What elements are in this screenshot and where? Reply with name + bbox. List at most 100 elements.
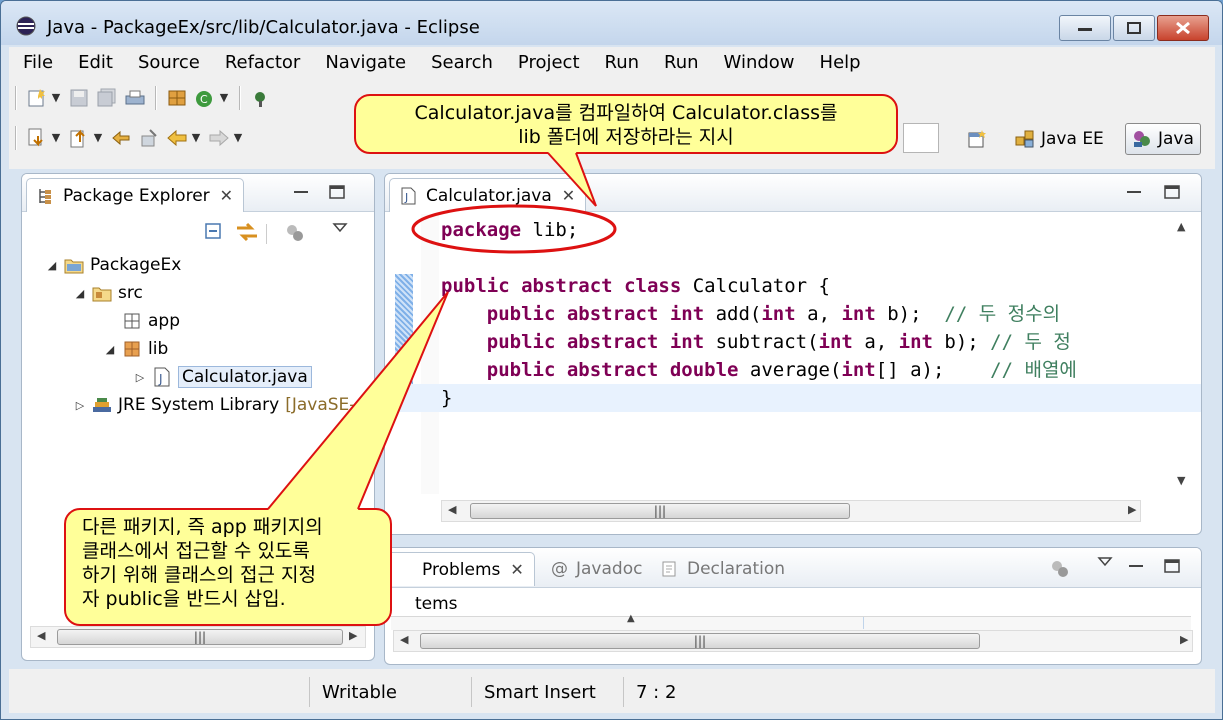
package-explorer-icon xyxy=(39,188,51,204)
tree-item-src[interactable]: ◢ src xyxy=(72,280,143,306)
code-comment: // 배열에 xyxy=(990,359,1077,381)
view-menu-icon[interactable] xyxy=(332,220,348,236)
tab-problems[interactable]: Problems ✕ xyxy=(385,552,535,586)
expanded-arrow-icon[interactable]: ◢ xyxy=(44,259,60,272)
scroll-right-icon[interactable]: ▶ xyxy=(349,629,357,642)
menu-search[interactable]: Search xyxy=(417,52,504,73)
print-icon[interactable] xyxy=(124,88,146,108)
title-bar[interactable]: Java - PackageEx/src/lib/Calculator.java… xyxy=(1,1,1222,45)
problems-table-header[interactable]: ▲ xyxy=(391,613,1191,630)
collapsed-arrow-icon[interactable]: ▷ xyxy=(132,371,148,384)
new-class-dropdown-icon[interactable]: ▼ xyxy=(219,88,229,108)
quick-access-input[interactable] xyxy=(903,123,939,153)
new-wizard-icon[interactable] xyxy=(26,88,48,108)
new-class-icon[interactable]: C xyxy=(194,88,216,108)
editor-vscrollbar[interactable]: ▲ ▼ xyxy=(1175,218,1193,494)
scroll-right-icon[interactable]: ▶ xyxy=(1128,503,1136,516)
menu-run-2[interactable]: Run xyxy=(650,52,710,73)
tree-item-project[interactable]: ◢ PackageEx xyxy=(44,252,182,278)
minimize-button[interactable] xyxy=(1059,15,1111,41)
code-comment: // 두 정 xyxy=(990,331,1071,353)
expanded-arrow-icon[interactable]: ◢ xyxy=(72,287,88,300)
tree-item-app[interactable]: app xyxy=(102,308,180,334)
perspective-java[interactable]: Java xyxy=(1125,123,1201,155)
save-all-icon[interactable] xyxy=(96,88,118,108)
menu-project[interactable]: Project xyxy=(504,52,591,73)
save-icon[interactable] xyxy=(68,88,90,108)
back-icon[interactable] xyxy=(166,128,188,148)
close-tab-icon[interactable]: ✕ xyxy=(220,186,233,205)
menu-refactor[interactable]: Refactor xyxy=(211,52,312,73)
project-folder-icon xyxy=(64,259,84,274)
next-annotation-icon[interactable] xyxy=(26,128,48,148)
expanded-arrow-icon[interactable]: ◢ xyxy=(102,343,118,356)
focus-on-working-set-icon[interactable] xyxy=(1049,558,1073,580)
menu-edit[interactable]: Edit xyxy=(64,52,124,73)
minimize-view-icon[interactable] xyxy=(290,182,312,202)
status-insert-mode: Smart Insert xyxy=(471,677,623,707)
collapsed-arrow-icon[interactable]: ▷ xyxy=(72,399,88,412)
pin-editor-icon[interactable] xyxy=(138,128,160,148)
tree-item-lib[interactable]: ◢ lib xyxy=(102,336,168,362)
tab-javadoc[interactable]: @ Javadoc xyxy=(551,552,642,586)
menu-source[interactable]: Source xyxy=(124,52,211,73)
problems-hscrollbar[interactable]: ◀ ||| ▶ xyxy=(393,630,1193,652)
forward-dropdown-icon[interactable]: ▼ xyxy=(233,128,243,148)
tab-package-explorer[interactable]: Package Explorer ✕ xyxy=(26,178,245,212)
link-with-editor-icon[interactable] xyxy=(234,220,260,244)
last-edit-location-icon[interactable] xyxy=(110,128,132,148)
menu-window[interactable]: Window xyxy=(710,52,806,73)
code-area[interactable]: package lib; public abstract class Calcu… xyxy=(385,214,1201,500)
menu-run[interactable]: Run xyxy=(591,52,651,73)
open-type-icon[interactable] xyxy=(250,88,272,108)
new-dropdown-icon[interactable]: ▼ xyxy=(51,88,61,108)
perspective-java-ee[interactable]: Java EE xyxy=(1015,123,1104,155)
code-text: subtract( xyxy=(704,331,819,353)
debug-config-icon[interactable] xyxy=(166,88,188,108)
tab-calculator-java[interactable]: J Calculator.java ✕ xyxy=(389,178,587,212)
editor-hscrollbar[interactable]: ◀ ||| ▶ xyxy=(441,500,1141,522)
scroll-down-icon[interactable]: ▼ xyxy=(1177,474,1185,487)
code-comment: // 두 정수의 xyxy=(944,303,1061,325)
next-annotation-dropdown-icon[interactable]: ▼ xyxy=(51,128,61,148)
tree-item-calculator-java[interactable]: ▷ J Calculator.java xyxy=(132,364,312,390)
column-divider[interactable] xyxy=(863,617,864,629)
maximize-view-icon[interactable] xyxy=(326,182,348,202)
close-tab-icon[interactable]: ✕ xyxy=(510,560,523,579)
forward-icon[interactable] xyxy=(208,128,230,148)
previous-annotation-icon[interactable] xyxy=(68,128,90,148)
maximize-view-icon[interactable] xyxy=(1161,182,1183,202)
tree-item-jre-library[interactable]: ▷ JRE System Library [JavaSE- xyxy=(72,392,356,418)
close-window-button[interactable] xyxy=(1157,15,1209,41)
code-keyword: abstract xyxy=(521,275,613,297)
scroll-left-icon[interactable]: ◀ xyxy=(448,503,456,516)
focus-on-working-set-icon[interactable] xyxy=(284,222,308,244)
menu-help[interactable]: Help xyxy=(806,52,872,73)
open-perspective-button[interactable] xyxy=(967,123,999,155)
tab-declaration[interactable]: Declaration xyxy=(661,552,785,586)
maximize-button[interactable] xyxy=(1113,15,1155,41)
back-dropdown-icon[interactable]: ▼ xyxy=(191,128,201,148)
problems-view: Problems ✕ @ Javadoc Declaration tems ▲ … xyxy=(384,547,1202,665)
menu-navigate[interactable]: Navigate xyxy=(311,52,417,73)
collapse-all-icon[interactable] xyxy=(204,222,224,242)
minimize-view-icon[interactable] xyxy=(1123,182,1145,202)
annotation-line: Calculator.java를 컴파일하여 Calculator.class를 xyxy=(414,102,838,124)
previous-annotation-dropdown-icon[interactable]: ▼ xyxy=(93,128,103,148)
scroll-left-icon[interactable]: ◀ xyxy=(400,633,408,646)
scroll-thumb[interactable]: ||| xyxy=(470,503,850,519)
maximize-view-icon[interactable] xyxy=(1161,556,1183,576)
scroll-thumb[interactable]: ||| xyxy=(57,629,343,645)
view-menu-icon[interactable] xyxy=(1097,554,1113,570)
scroll-right-icon[interactable]: ▶ xyxy=(1180,633,1188,646)
close-tab-icon[interactable]: ✕ xyxy=(562,186,575,205)
scroll-left-icon[interactable]: ◀ xyxy=(37,629,45,642)
package-explorer-hscrollbar[interactable]: ◀ ||| ▶ xyxy=(30,626,366,648)
menu-file[interactable]: File xyxy=(9,52,64,73)
scroll-up-icon[interactable]: ▲ xyxy=(1177,220,1185,233)
sort-ascending-icon: ▲ xyxy=(627,613,635,624)
minimize-view-icon[interactable] xyxy=(1125,556,1147,576)
scroll-thumb[interactable]: ||| xyxy=(420,633,980,649)
